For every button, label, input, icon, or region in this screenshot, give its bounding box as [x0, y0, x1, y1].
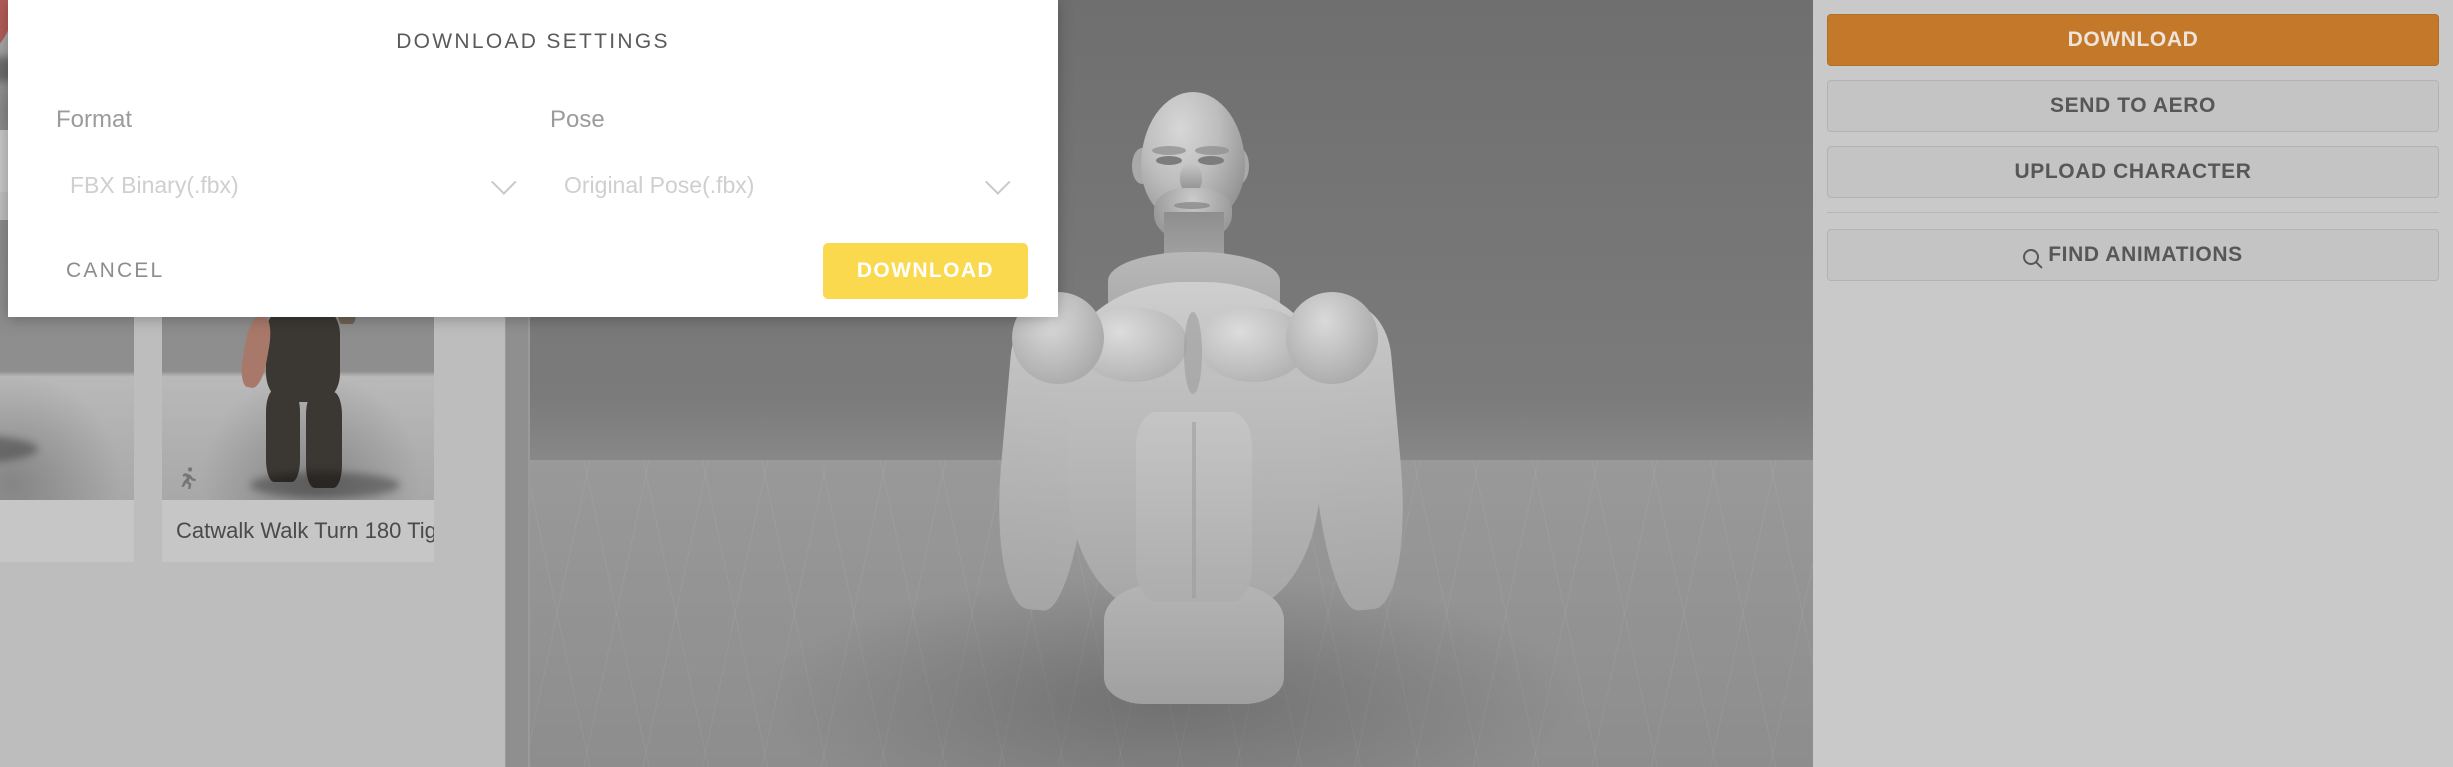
chevron-down-icon — [491, 169, 517, 195]
format-field: Format FBX Binary(.fbx) — [56, 106, 517, 202]
dialog-title: DOWNLOAD SETTINGS — [396, 30, 670, 53]
pose-select[interactable]: Original Pose(.fbx) — [550, 168, 1011, 202]
cancel-button[interactable]: CANCEL — [66, 259, 164, 283]
format-value: FBX Binary(.fbx) — [70, 171, 239, 198]
dialog-actions: CANCEL DOWNLOAD — [8, 225, 1058, 317]
dialog-fields: Format FBX Binary(.fbx) Pose Original Po… — [8, 54, 1058, 202]
download-settings-dialog: DOWNLOAD SETTINGS Format FBX Binary(.fbx… — [8, 0, 1058, 317]
chevron-down-icon — [985, 169, 1011, 195]
mixamo-app: ng Joyful Jump — [0, 0, 2453, 767]
dialog-download-button[interactable]: DOWNLOAD — [822, 243, 1028, 299]
pose-label: Pose — [550, 106, 605, 133]
pose-value: Original Pose(.fbx) — [564, 171, 755, 198]
format-select[interactable]: FBX Binary(.fbx) — [56, 168, 517, 202]
format-label: Format — [56, 106, 133, 133]
pose-field: Pose Original Pose(.fbx) — [550, 106, 1011, 202]
